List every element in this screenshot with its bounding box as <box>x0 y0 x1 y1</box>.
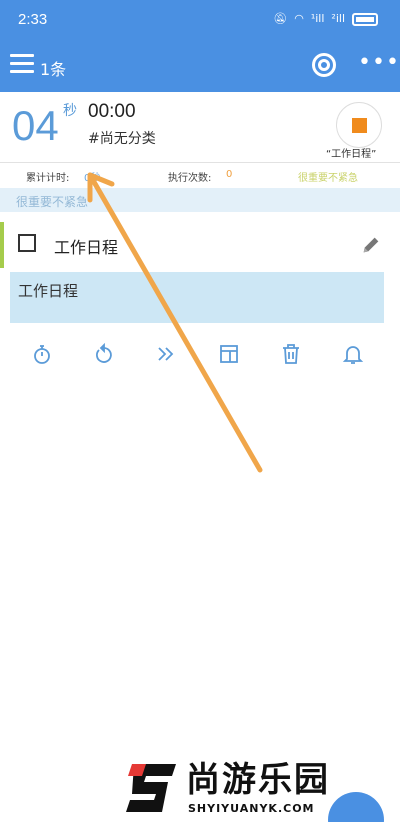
timer-seconds: 04 <box>12 102 59 149</box>
more-icon[interactable]: ••• <box>358 50 400 75</box>
app-bar: 1条 ••• <box>0 40 400 92</box>
skip-forward-icon[interactable] <box>155 342 179 366</box>
watermark-logo: 尚游乐园 SHYIYUANYK.COM <box>124 752 400 822</box>
timer-unit: 秒 <box>63 103 77 119</box>
total-time-value: 0秒 <box>84 173 101 184</box>
task-toolbar <box>0 340 400 370</box>
total-time-label: 累计计时: <box>26 173 70 184</box>
priority-group-label: 很重要不紧急 <box>16 195 89 209</box>
stats-row: 累计计时: 0秒 执行次数: 0 很重要不紧急 <box>0 162 400 188</box>
trash-icon[interactable] <box>279 342 303 366</box>
task-title: 工作日程 <box>54 238 119 257</box>
timer-clock: 00:00 <box>88 101 136 122</box>
exec-count-value: 0 <box>226 169 233 180</box>
task-accent-bar <box>0 222 4 268</box>
priority-group-header[interactable]: 很重要不紧急 <box>0 188 400 212</box>
task-checkbox[interactable] <box>18 234 36 252</box>
stopwatch-icon[interactable] <box>30 342 54 366</box>
task-note-text: 工作日程 <box>18 282 79 300</box>
signal-icon: ¹ill <box>310 12 325 25</box>
signal-icon: ²ill <box>331 12 345 25</box>
watermark-domain: SHYIYUANYK.COM <box>188 802 315 815</box>
layout-icon[interactable] <box>217 342 241 366</box>
status-time: 2:33 <box>18 11 48 28</box>
priority-tag: 很重要不紧急 <box>298 173 358 184</box>
watermark-text: 尚游乐园 <box>186 760 330 800</box>
menu-icon[interactable] <box>10 54 34 76</box>
wifi-icon: ◠ <box>294 12 304 25</box>
task-row[interactable]: 工作日程 <box>0 222 400 268</box>
restart-icon[interactable] <box>92 342 116 366</box>
stop-button[interactable] <box>336 102 382 148</box>
status-icons: 🔕︎ ◠ ¹ill ²ill <box>273 12 378 26</box>
battery-icon <box>352 12 378 26</box>
bell-icon[interactable] <box>341 342 365 366</box>
exec-count-label: 执行次数: <box>168 173 212 184</box>
stop-label: “工作日程” <box>326 149 377 160</box>
watermark-s-icon <box>126 764 176 812</box>
app-title: 1条 <box>40 60 67 79</box>
status-bar: 2:33 🔕︎ ◠ ¹ill ²ill <box>0 0 400 40</box>
mute-icon: 🔕︎ <box>273 12 288 25</box>
pencil-icon[interactable] <box>360 234 382 256</box>
target-icon[interactable] <box>312 53 336 77</box>
timer-category[interactable]: #尚无分类 <box>88 128 156 148</box>
task-note[interactable]: 工作日程 <box>10 272 384 323</box>
